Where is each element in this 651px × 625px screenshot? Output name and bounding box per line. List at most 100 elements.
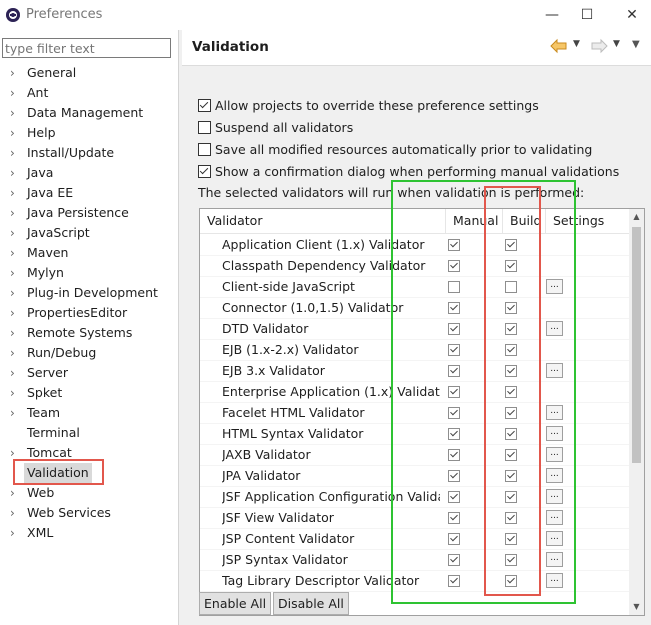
tree-item-label: Spket — [27, 385, 63, 400]
tree-item[interactable]: › Ant — [0, 83, 178, 103]
tree-item-label: Mylyn — [27, 265, 64, 280]
tree-item[interactable]: › Remote Systems — [0, 323, 178, 343]
close-button[interactable]: ✕ — [617, 4, 647, 26]
option-label: Save all modified resources automaticall… — [215, 142, 593, 157]
tree-item[interactable]: › Team — [0, 403, 178, 423]
validation-highlight-box — [13, 459, 104, 485]
tree-item[interactable]: › XML — [0, 523, 178, 543]
chevron-right-icon[interactable]: › — [10, 123, 20, 143]
tree-item-label: Web Services — [27, 505, 111, 520]
option-checkbox-row[interactable]: Suspend all validators — [198, 119, 353, 137]
maximize-button[interactable]: ☐ — [572, 4, 602, 26]
tree-item-label: XML — [27, 525, 54, 540]
tree-item-label: Plug-in Development — [27, 285, 158, 300]
disable-all-button[interactable]: Disable All — [273, 592, 349, 615]
preferences-tree-pane: › General › Ant › Data Management › Help › Instal… — [0, 30, 178, 625]
chevron-right-icon[interactable]: › — [10, 163, 20, 183]
tree-item-label: Ant — [27, 85, 49, 100]
tree-item[interactable]: › Run/Debug — [0, 343, 178, 363]
tree-item[interactable]: › Help — [0, 123, 178, 143]
chevron-right-icon[interactable]: › — [10, 323, 20, 343]
back-dropdown-icon[interactable]: ▼ — [573, 39, 580, 49]
page-header: Validation ▼ ▼ ▼ — [182, 30, 651, 66]
tree-item-label: General — [27, 65, 77, 80]
tree-item[interactable]: › Java EE — [0, 183, 178, 203]
tree-item-label: Web — [27, 485, 55, 500]
chevron-right-icon[interactable]: › — [10, 523, 20, 543]
window-title-bar[interactable]: Preferences — ☐ ✕ — [0, 0, 651, 30]
tree-item-label: Install/Update — [27, 145, 115, 160]
back-arrow-icon[interactable] — [550, 38, 568, 54]
tree-item[interactable]: › Install/Update — [0, 143, 178, 163]
tree-item-label: PropertiesEditor — [27, 305, 128, 320]
chevron-right-icon[interactable]: › — [10, 503, 20, 523]
tree-item-label: Team — [27, 405, 61, 420]
chevron-right-icon[interactable]: › — [10, 283, 20, 303]
tree-item-label: Run/Debug — [27, 345, 97, 360]
tree-item[interactable]: › Data Management — [0, 103, 178, 123]
tree-item[interactable]: › Web — [0, 483, 178, 503]
forward-arrow-icon[interactable] — [590, 38, 608, 54]
tree-item[interactable]: › Web Services — [0, 503, 178, 523]
window-title: Preferences — [26, 7, 103, 22]
tree-item-label: Server — [27, 365, 68, 380]
option-label: Show a confirmation dialog when performi… — [215, 164, 620, 179]
chevron-right-icon[interactable]: › — [10, 223, 20, 243]
chevron-right-icon[interactable]: › — [10, 403, 20, 423]
chevron-right-icon[interactable]: › — [10, 143, 20, 163]
tree-item[interactable]: › PropertiesEditor — [0, 303, 178, 323]
chevron-right-icon[interactable]: › — [10, 103, 20, 123]
filter-input[interactable] — [2, 38, 171, 58]
tree-item-label: JavaScript — [27, 225, 90, 240]
tree-item[interactable]: › Java — [0, 163, 178, 183]
option-checkbox[interactable] — [198, 165, 211, 178]
tree-item[interactable]: › Server — [0, 363, 178, 383]
chevron-right-icon[interactable]: › — [10, 63, 20, 83]
option-label: Suspend all validators — [215, 120, 354, 135]
chevron-right-icon[interactable]: › — [10, 363, 20, 383]
forward-dropdown-icon[interactable]: ▼ — [613, 39, 620, 49]
option-checkbox[interactable] — [198, 99, 211, 112]
tree-item-label: Data Management — [27, 105, 144, 120]
chevron-right-icon[interactable]: › — [10, 243, 20, 263]
table-vertical-scrollbar[interactable]: ▲ ▼ — [629, 209, 644, 615]
tree-item[interactable]: › Maven — [0, 243, 178, 263]
tree-item-label: Help — [27, 125, 56, 140]
option-checkbox-row[interactable]: Show a confirmation dialog when performi… — [198, 163, 619, 181]
option-checkbox-row[interactable]: Save all modified resources automaticall… — [198, 141, 592, 159]
tree-item[interactable]: Terminal — [0, 423, 178, 443]
tree-item[interactable]: › Java Persistence — [0, 203, 178, 223]
tree-item-label: Java EE — [27, 185, 74, 200]
tree-item-label: Java Persistence — [27, 205, 129, 220]
page-title: Validation — [192, 39, 269, 55]
tree-item-label: Maven — [27, 245, 69, 260]
tree-item-label: Java — [27, 165, 54, 180]
eclipse-app-icon — [6, 8, 20, 22]
chevron-right-icon[interactable]: › — [10, 343, 20, 363]
tree-item[interactable]: › Plug-in Development — [0, 283, 178, 303]
tree-item-label: Remote Systems — [27, 325, 133, 340]
option-label: Allow projects to override these prefere… — [215, 98, 539, 113]
option-checkbox[interactable] — [198, 143, 211, 156]
tree-item[interactable]: › Mylyn — [0, 263, 178, 283]
tree-item[interactable]: › Spket — [0, 383, 178, 403]
chevron-right-icon[interactable]: › — [10, 303, 20, 323]
chevron-right-icon[interactable]: › — [10, 83, 20, 103]
scrollbar-thumb[interactable] — [632, 227, 641, 463]
scroll-up-icon[interactable]: ▲ — [629, 209, 644, 225]
tree-item-label: Terminal — [27, 425, 80, 440]
chevron-right-icon[interactable]: › — [10, 483, 20, 503]
chevron-right-icon[interactable]: › — [10, 383, 20, 403]
option-checkbox[interactable] — [198, 121, 211, 134]
option-checkbox-row[interactable]: Allow projects to override these prefere… — [198, 97, 539, 115]
enable-all-button[interactable]: Enable All — [199, 592, 272, 615]
view-menu-icon[interactable]: ▼ — [632, 39, 640, 50]
build-column-highlight-box — [484, 186, 541, 596]
tree-item[interactable]: › JavaScript — [0, 223, 178, 243]
scroll-down-icon[interactable]: ▼ — [629, 599, 644, 615]
chevron-right-icon[interactable]: › — [10, 203, 20, 223]
chevron-right-icon[interactable]: › — [10, 263, 20, 283]
minimize-button[interactable]: — — [537, 4, 567, 26]
chevron-right-icon[interactable]: › — [10, 183, 20, 203]
tree-item[interactable]: › General — [0, 63, 178, 83]
